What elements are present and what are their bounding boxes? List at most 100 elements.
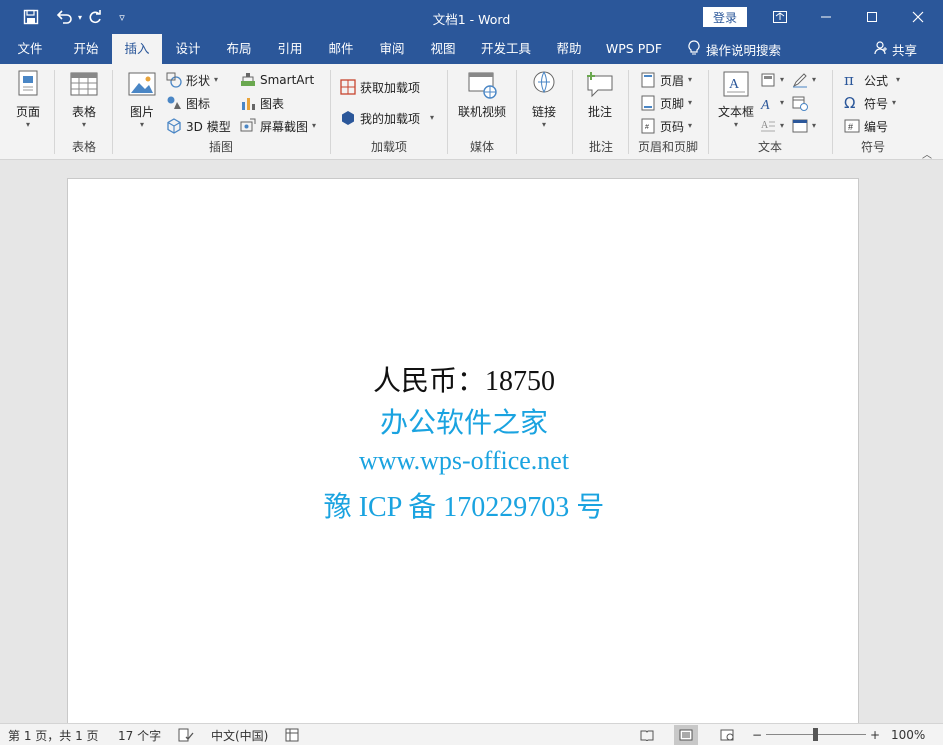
drop-cap-button[interactable]: A ▾ — [760, 116, 784, 136]
tab-home[interactable]: 开始 — [62, 34, 110, 64]
footer-button[interactable]: 页脚 ▾ — [640, 93, 692, 113]
table-button[interactable]: 表格 ▾ — [64, 68, 104, 130]
group-divider — [708, 70, 709, 154]
online-video-button[interactable]: 联机视频 — [456, 68, 508, 120]
share-button[interactable]: 共享 — [874, 34, 917, 64]
cube-icon — [167, 118, 181, 134]
chevron-down-icon: ▾ — [812, 75, 817, 84]
symbol-button[interactable]: Ω 符号 ▾ — [844, 93, 896, 113]
shapes-button[interactable]: 形状 ▾ — [166, 70, 218, 90]
links-label: 链接 — [531, 105, 556, 119]
wordart-button[interactable]: A ▾ — [760, 93, 784, 113]
equation-button[interactable]: π 公式 ▾ — [844, 70, 900, 90]
group-label-table: 表格 — [71, 140, 96, 154]
comment-label: 批注 — [587, 105, 612, 119]
quick-parts-button[interactable]: ▾ — [760, 70, 784, 90]
read-mode-icon[interactable] — [638, 724, 656, 745]
addin-icon — [342, 111, 354, 125]
tab-insert[interactable]: 插入 — [112, 34, 162, 64]
tell-me-search[interactable]: 操作说明搜索 — [688, 34, 781, 64]
link-icon — [533, 71, 555, 94]
document-area[interactable]: 人民币：18750 办公软件之家 www.wps-office.net 豫 IC… — [0, 160, 943, 723]
chart-button[interactable]: 图表 — [240, 93, 284, 113]
collapse-ribbon-icon[interactable]: ︿ — [922, 146, 932, 161]
doc-line-price[interactable]: 人民币：18750 — [68, 359, 860, 399]
login-button[interactable]: 登录 — [703, 7, 747, 27]
zoom-level[interactable]: 100% — [891, 724, 925, 745]
tab-review[interactable]: 审阅 — [368, 34, 416, 64]
get-addins-button[interactable]: 获取加载项 — [340, 77, 420, 97]
group-divider — [112, 70, 113, 154]
group-label-text: 文本 — [757, 140, 782, 154]
tab-view[interactable]: 视图 — [419, 34, 467, 64]
tab-references[interactable]: 引用 — [266, 34, 314, 64]
page-number-icon: # — [641, 118, 655, 134]
my-addins-button[interactable]: 我的加载项 ▾ — [340, 108, 434, 128]
doc-line-icp[interactable]: 豫 ICP 备 170229703 号 — [68, 485, 860, 525]
picture-button[interactable]: 图片 ▾ — [124, 68, 160, 130]
word-count[interactable]: 17 个字 — [118, 724, 161, 745]
smartart-button[interactable]: SmartArt — [240, 70, 314, 90]
doc-line-site-name[interactable]: 办公软件之家 — [68, 401, 860, 441]
group-label-illustrations: 插图 — [208, 140, 233, 154]
group-divider — [54, 70, 55, 154]
group-divider — [572, 70, 573, 154]
doc-line-url[interactable]: www.wps-office.net — [68, 446, 860, 476]
tab-help[interactable]: 帮助 — [545, 34, 593, 64]
new-comment-button[interactable]: 批注 — [582, 68, 618, 120]
group-label-header-footer: 页眉和页脚 — [637, 140, 698, 154]
signature-line-button[interactable]: ▾ — [792, 70, 816, 90]
zoom-in-button[interactable]: + — [870, 724, 880, 745]
group-label-media: 媒体 — [469, 140, 494, 154]
svg-text:A: A — [761, 120, 769, 131]
chevron-down-icon: ▾ — [25, 120, 30, 129]
language[interactable]: 中文(中国) — [211, 724, 268, 745]
tell-me-label: 操作说明搜索 — [706, 42, 782, 58]
tab-wps-pdf[interactable]: WPS PDF — [600, 34, 668, 64]
links-button[interactable]: 链接 ▾ — [526, 68, 562, 130]
proofing-icon[interactable] — [178, 724, 194, 745]
header-button[interactable]: 页眉 ▾ — [640, 70, 692, 90]
quick-parts-icon — [761, 73, 775, 87]
chevron-down-icon: ▾ — [81, 120, 86, 129]
textbox-button[interactable]: A 文本框 ▾ — [716, 68, 756, 130]
web-layout-icon[interactable] — [718, 724, 736, 745]
maximize-icon[interactable] — [849, 0, 895, 34]
object-button[interactable]: ▾ — [792, 116, 816, 136]
page-number-button[interactable]: # 页码 ▾ — [640, 116, 692, 136]
3d-models-button[interactable]: 3D 模型 — [166, 116, 231, 136]
date-time-button[interactable] — [792, 93, 808, 113]
zoom-slider-thumb[interactable] — [813, 728, 818, 741]
chevron-down-icon: ▾ — [892, 98, 897, 107]
screenshot-button[interactable]: 屏幕截图 ▾ — [240, 116, 316, 136]
ribbon-display-options-icon[interactable] — [757, 0, 803, 34]
zoom-out-button[interactable]: − — [752, 724, 762, 745]
tab-layout[interactable]: 布局 — [215, 34, 263, 64]
icons-button[interactable]: 图标 — [166, 93, 210, 113]
omega-icon: Ω — [844, 94, 856, 112]
page-number-label: 页码 — [660, 119, 685, 134]
tab-design[interactable]: 设计 — [164, 34, 212, 64]
chevron-down-icon: ▾ — [812, 121, 817, 130]
minimize-icon[interactable] — [803, 0, 849, 34]
chevron-down-icon: ▾ — [541, 120, 546, 129]
print-layout-icon[interactable] — [674, 725, 698, 745]
number-button[interactable]: # 编号 — [844, 116, 888, 136]
chevron-down-icon: ▾ — [733, 120, 738, 129]
chart-label: 图表 — [260, 96, 285, 111]
close-icon[interactable] — [895, 0, 941, 34]
svg-text:A: A — [729, 77, 740, 92]
document-page[interactable]: 人民币：18750 办公软件之家 www.wps-office.net 豫 IC… — [67, 178, 859, 723]
chevron-down-icon: ▾ — [139, 120, 144, 129]
tab-mailings[interactable]: 邮件 — [317, 34, 365, 64]
macro-recording-icon[interactable] — [285, 724, 299, 745]
lightbulb-icon — [688, 39, 700, 59]
page-count[interactable]: 第 1 页，共 1 页 — [8, 724, 99, 745]
tab-file[interactable]: 文件 — [6, 34, 54, 64]
tab-developer[interactable]: 开发工具 — [474, 34, 538, 64]
smartart-icon — [241, 73, 255, 86]
screenshot-label: 屏幕截图 — [260, 119, 309, 134]
3d-models-label: 3D 模型 — [186, 119, 231, 134]
pages-button[interactable]: 页面 ▾ — [10, 68, 46, 130]
chevron-down-icon: ▾ — [688, 121, 693, 130]
